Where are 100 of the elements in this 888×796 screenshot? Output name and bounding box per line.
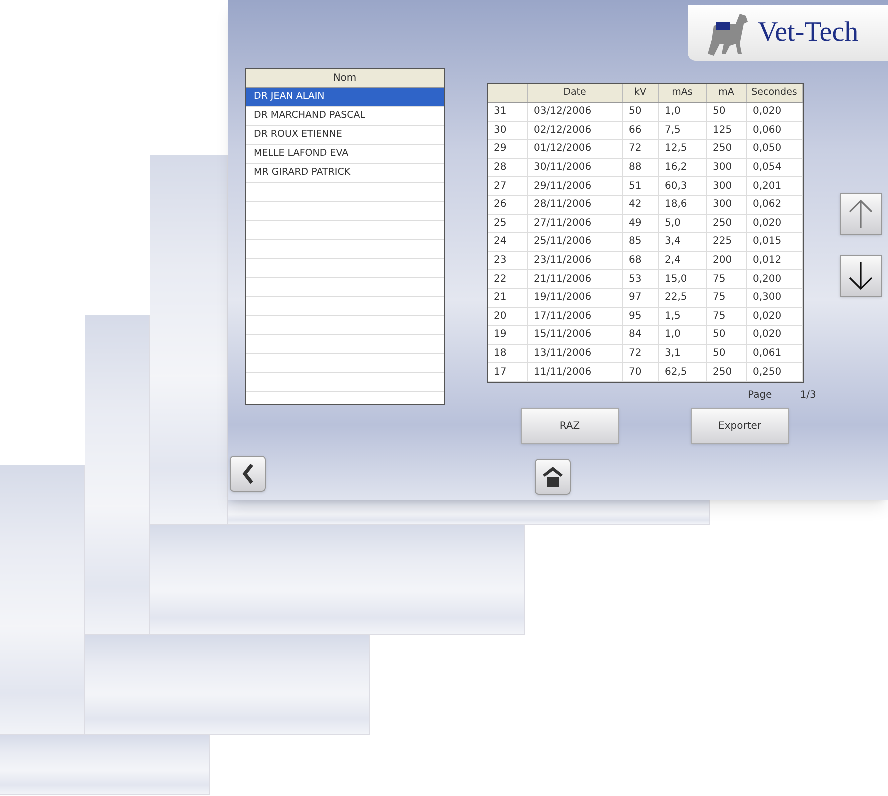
column-header: kV: [623, 84, 659, 102]
table-cell: 50: [707, 326, 747, 344]
table-cell: 75: [707, 288, 747, 307]
table-cell: 0,020: [747, 326, 803, 344]
table-cell: 18: [488, 344, 528, 362]
table-cell: 200: [707, 252, 747, 270]
table-cell: 24: [488, 233, 528, 251]
table-cell: 68: [623, 252, 659, 270]
column-header: mA: [707, 84, 747, 102]
column-header: Nom: [246, 69, 444, 88]
table-cell: 72: [623, 140, 659, 158]
table-cell: 0,200: [747, 270, 803, 288]
logo-text: Vet-Tech: [758, 16, 859, 50]
table-cell: 0,062: [747, 196, 803, 214]
table-cell: 75: [707, 308, 747, 326]
column-header: mAs: [659, 84, 707, 102]
page-label: Page: [748, 389, 772, 403]
action-button[interactable]: RAZ: [521, 408, 619, 444]
column-header: Secondes: [747, 84, 803, 102]
table-cell: 17/11/2006: [528, 308, 623, 326]
table-cell: 1,5: [659, 308, 707, 326]
table-cell: 30: [488, 122, 528, 140]
table-cell: 62,5: [659, 363, 707, 381]
table-cell: 49: [623, 214, 659, 232]
table-cell: 85: [623, 233, 659, 251]
table-cell: 125: [707, 122, 747, 140]
table-cell: 51: [623, 177, 659, 195]
table-cell: 3,1: [659, 344, 707, 362]
table-cell: 250: [707, 140, 747, 158]
table-cell: 20: [488, 308, 528, 326]
table-cell: 27/11/2006: [528, 214, 623, 232]
table-cell: 27: [488, 177, 528, 195]
table-cell: 0,054: [747, 158, 803, 176]
table-cell: 97: [623, 288, 659, 307]
table-cell: 84: [623, 326, 659, 344]
table-cell: 13/11/2006: [528, 344, 623, 362]
up-arrow-icon: [848, 199, 874, 229]
patient-row[interactable]: DR JEAN ALAIN: [246, 88, 444, 107]
table-cell: 21/11/2006: [528, 270, 623, 288]
patient-row[interactable]: MR GIRARD PATRICK: [246, 164, 444, 183]
patient-row[interactable]: DR MARCHAND PASCAL: [246, 107, 444, 126]
table-cell: 7,5: [659, 122, 707, 140]
back-button[interactable]: [230, 456, 266, 492]
table-cell: 300: [707, 158, 747, 176]
table-cell: 28: [488, 158, 528, 176]
table-cell: 250: [707, 363, 747, 381]
table-cell: 26: [488, 196, 528, 214]
table-cell: 5,0: [659, 214, 707, 232]
table-cell: 23/11/2006: [528, 252, 623, 270]
home-icon: [542, 466, 564, 488]
scroll-down-button[interactable]: [840, 255, 882, 297]
table-cell: 42: [623, 196, 659, 214]
patient-row[interactable]: DR ROUX ETIENNE: [246, 126, 444, 145]
table-cell: 225: [707, 233, 747, 251]
table-cell: 17: [488, 363, 528, 381]
table-cell: 02/12/2006: [528, 122, 623, 140]
table-cell: 0,060: [747, 122, 803, 140]
table-cell: 12,5: [659, 140, 707, 158]
table-cell: 50: [623, 103, 659, 121]
table-cell: 53: [623, 270, 659, 288]
down-arrow-icon: [848, 261, 874, 291]
column-header: Date: [528, 84, 623, 102]
table-cell: 75: [707, 270, 747, 288]
table-cell: 0,061: [747, 344, 803, 362]
table-cell: 250: [707, 214, 747, 232]
table-cell: 300: [707, 177, 747, 195]
table-cell: 0,020: [747, 214, 803, 232]
table-cell: 0,020: [747, 103, 803, 121]
table-cell: 50: [707, 103, 747, 121]
patient-row[interactable]: MELLE LAFOND EVA: [246, 145, 444, 164]
table-cell: 0,020: [747, 308, 803, 326]
table-cell: 31: [488, 103, 528, 121]
table-cell: 15/11/2006: [528, 326, 623, 344]
back-chevron-icon: [242, 464, 254, 484]
table-cell: 19: [488, 326, 528, 344]
table-cell: 22: [488, 270, 528, 288]
scroll-up-button[interactable]: [840, 193, 882, 235]
table-cell: 18,6: [659, 196, 707, 214]
table-cell: 0,050: [747, 140, 803, 158]
table-cell: 0,012: [747, 252, 803, 270]
table-cell: 11/11/2006: [528, 363, 623, 381]
table-cell: 0,300: [747, 288, 803, 307]
table-cell: 23: [488, 252, 528, 270]
table-cell: 30/11/2006: [528, 158, 623, 176]
table-cell: 25: [488, 214, 528, 232]
table-cell: 21: [488, 288, 528, 307]
table-cell: 0,250: [747, 363, 803, 381]
table-cell: 29: [488, 140, 528, 158]
table-cell: 2,4: [659, 252, 707, 270]
table-cell: 70: [623, 363, 659, 381]
table-cell: 25/11/2006: [528, 233, 623, 251]
table-cell: 3,4: [659, 233, 707, 251]
table-cell: 88: [623, 158, 659, 176]
table-cell: 29/11/2006: [528, 177, 623, 195]
action-button[interactable]: Exporter: [691, 408, 789, 444]
table-cell: 01/12/2006: [528, 140, 623, 158]
table-cell: 60,3: [659, 177, 707, 195]
home-button[interactable]: [535, 459, 571, 495]
table-cell: 66: [623, 122, 659, 140]
table-cell: 16,2: [659, 158, 707, 176]
